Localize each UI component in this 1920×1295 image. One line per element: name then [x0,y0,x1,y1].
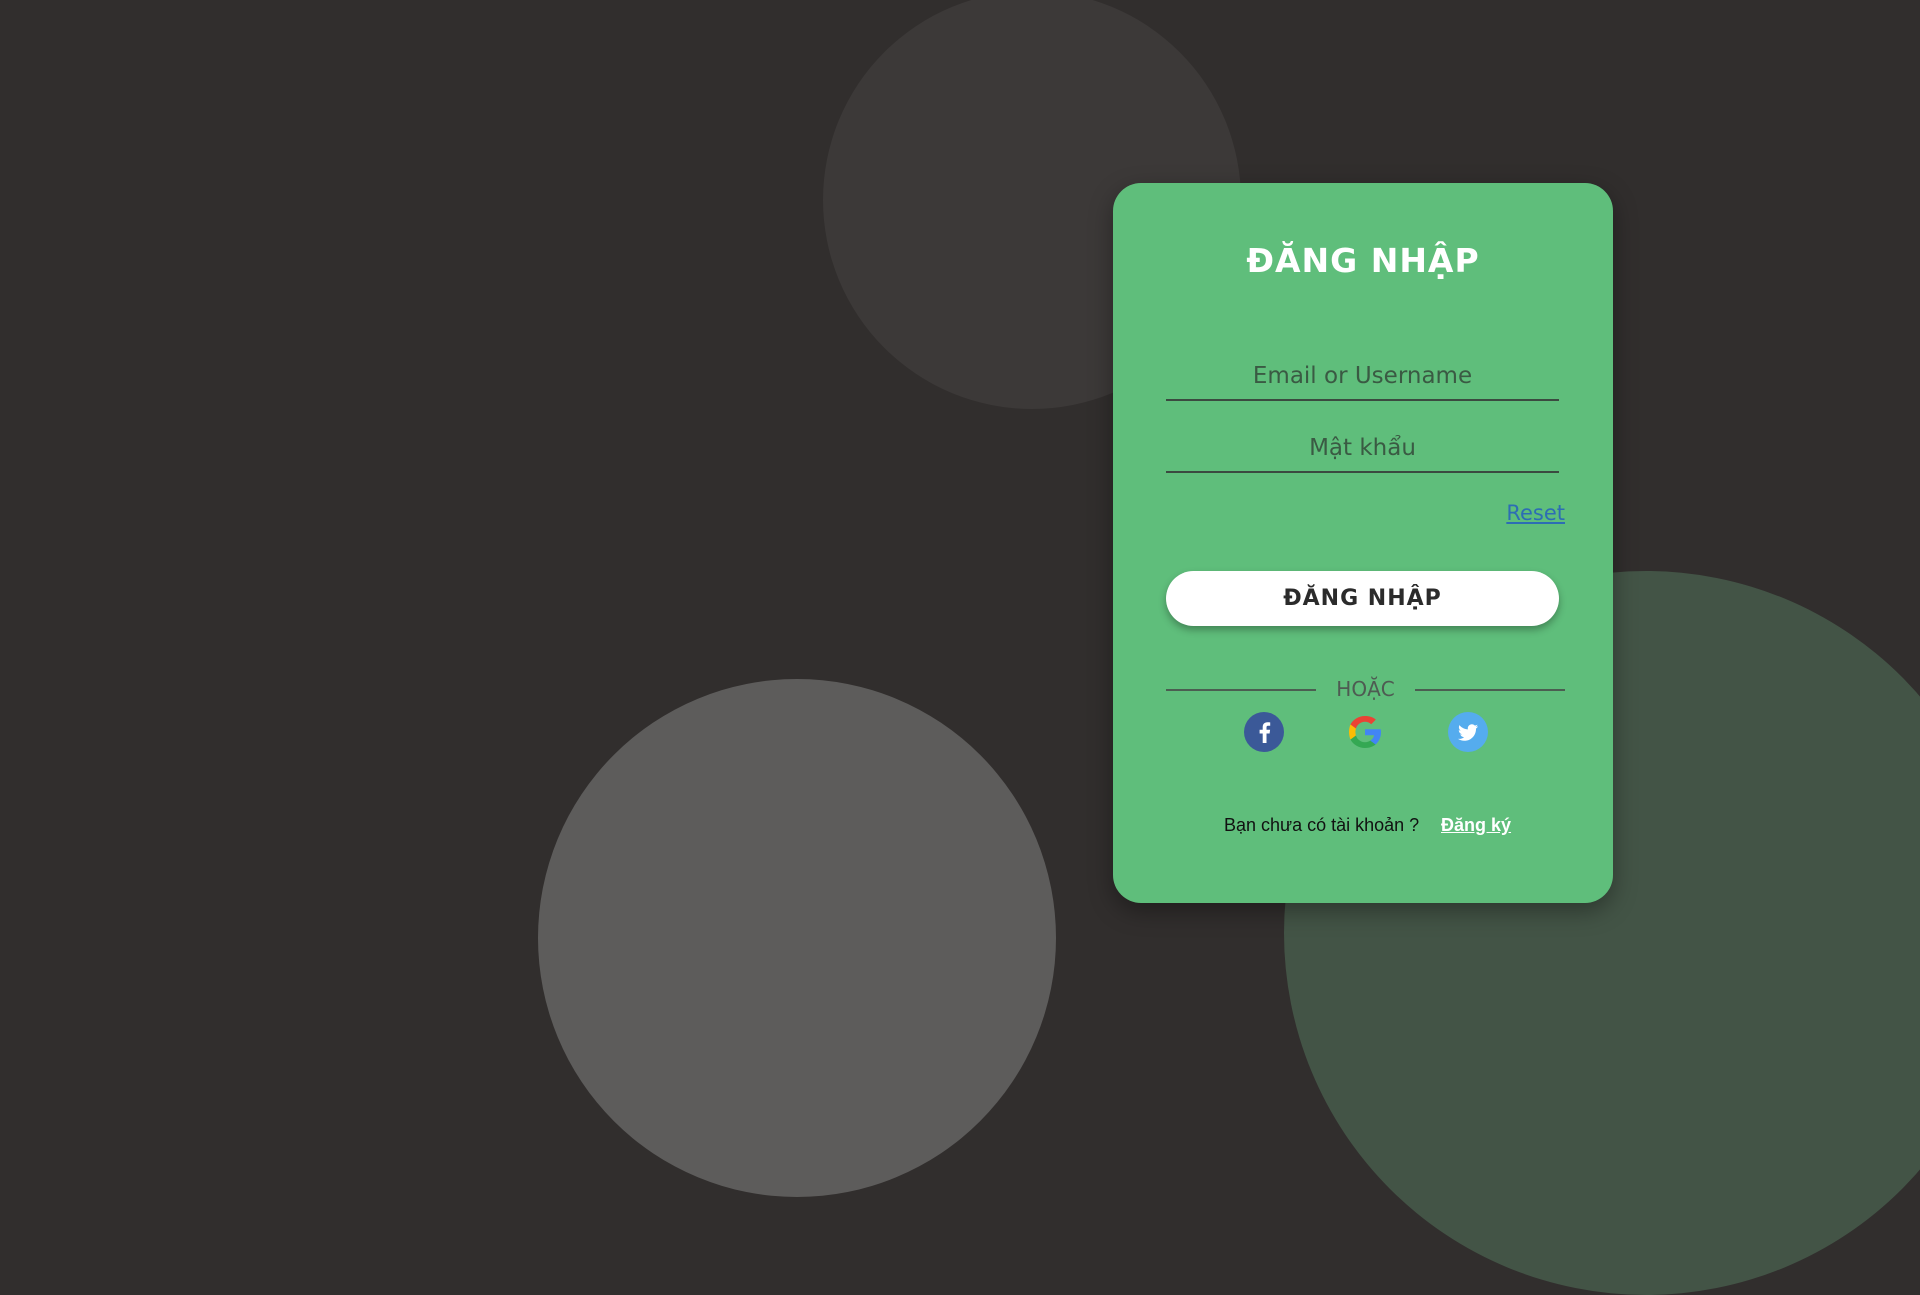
password-input[interactable] [1166,425,1559,473]
login-card: ĐĂNG NHẬP Reset ĐĂNG NHẬP HOẶC Bạn chưa … [1113,183,1613,903]
reset-link[interactable]: Reset [1506,501,1565,525]
facebook-icon [1244,712,1284,752]
divider-line-right [1415,689,1565,691]
google-icon [1349,716,1381,748]
twitter-icon [1448,712,1488,752]
facebook-login-button[interactable] [1244,712,1284,752]
login-button[interactable]: ĐĂNG NHẬP [1166,571,1559,626]
login-title: ĐĂNG NHẬP [1246,241,1480,280]
background-circle-bottom-left [538,679,1056,1197]
email-input[interactable] [1166,353,1559,401]
signup-prompt: Bạn chưa có tài khoản ? [1224,815,1420,835]
google-login-button[interactable] [1345,712,1385,752]
twitter-login-button[interactable] [1448,712,1488,752]
signup-link[interactable]: Đăng ký [1441,815,1511,836]
